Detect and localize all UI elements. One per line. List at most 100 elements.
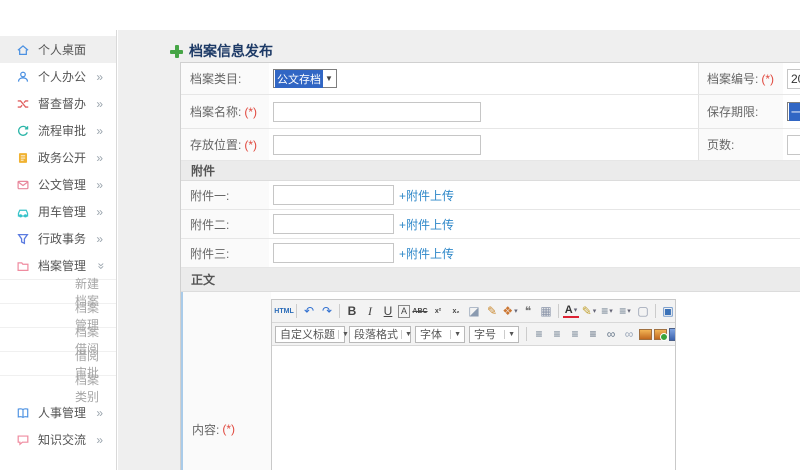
- editor-dropdowns: 自定义标题 ▼ 段落格式 ▼ 字体 ▼ 字号 ▼: [275, 325, 523, 343]
- sidebar-item[interactable]: 个人桌面: [0, 36, 116, 63]
- redo-icon[interactable]: ↷: [319, 303, 335, 319]
- separator[interactable]: [339, 304, 340, 318]
- sidebar-item-label: 督查督办: [38, 97, 87, 111]
- chevron-icon: »: [96, 231, 103, 246]
- location-input[interactable]: [273, 134, 481, 155]
- number-input[interactable]: [787, 68, 800, 89]
- attachment-label: 附件三:: [190, 246, 230, 261]
- approval-cycle-icon: [15, 123, 31, 139]
- fullscreen-icon[interactable]: ▣: [660, 303, 675, 319]
- sidebar-item[interactable]: 档案类别: [0, 373, 116, 404]
- hamburger-menu-icon[interactable]: [198, 9, 214, 21]
- form-row-category-number: 档案类目: 公文存档 ▼ 档案编号: (*): [181, 63, 800, 95]
- editor-dropdown[interactable]: 字号 ▼: [469, 325, 519, 343]
- new-page-icon[interactable]: ▢: [635, 303, 651, 319]
- editor-content-area[interactable]: [272, 346, 675, 470]
- format-brush-icon[interactable]: ✎: [484, 303, 500, 319]
- chevron-icon: »: [96, 204, 103, 219]
- location-label: 存放位置:: [190, 138, 242, 152]
- image-icon[interactable]: [639, 328, 652, 340]
- sidebar-item-label: 档案管理: [38, 259, 87, 273]
- category-label: 档案类目:: [190, 72, 242, 86]
- form-row-name-keep: 档案名称: (*) 保存期限: 一年 ▼: [181, 95, 800, 129]
- chevron-icon: »: [96, 123, 103, 138]
- attachment-label: 附件二:: [190, 217, 230, 232]
- required-mark: (*): [244, 104, 258, 119]
- separator[interactable]: [558, 304, 559, 318]
- editor-toolbar-row2: 自定义标题 ▼ 段落格式 ▼ 字体 ▼ 字号 ▼ ≡ ≡ ≡ ≡ ∞ ∞: [272, 323, 675, 346]
- separator[interactable]: [296, 304, 297, 318]
- ordered-list-icon[interactable]: ≡: [599, 303, 615, 319]
- form-row-location-pages: 存放位置: (*) 页数:: [181, 129, 800, 161]
- top-bar: PHPOA协同办公软件政务版: [0, 0, 800, 30]
- content-label: 内容:: [192, 422, 220, 437]
- sidebar-item[interactable]: 督查督办 »: [0, 90, 116, 117]
- vehicle-icon: [15, 204, 31, 220]
- attachment-row: 附件一: +附件上传: [181, 181, 800, 210]
- subscript-icon[interactable]: x₂: [448, 303, 464, 319]
- superscript-icon[interactable]: x²: [430, 303, 446, 319]
- sidebar-item[interactable]: 用车管理 »: [0, 198, 116, 225]
- separator[interactable]: [526, 327, 527, 341]
- source-code-icon[interactable]: HTML: [274, 303, 293, 319]
- archive-form: 档案类目: 公文存档 ▼ 档案编号: (*) 档案名称: (*): [180, 62, 800, 470]
- sidebar: 个人桌面 个人办公 » 督查督办 » 流程审批 » 政务公开 » 公文管理 » …: [0, 30, 117, 470]
- sidebar-item-label: 政务公开: [38, 151, 87, 165]
- editor-dropdown[interactable]: 段落格式 ▼: [349, 325, 413, 343]
- editor-dropdown[interactable]: 字体 ▼: [415, 325, 465, 343]
- attachment-input[interactable]: [273, 185, 394, 205]
- quick-format-icon[interactable]: ❖: [502, 303, 518, 319]
- attachment-rows: 附件一: +附件上传 附件二: +附件上传 附件三: +附件上传: [181, 181, 800, 268]
- underline-icon[interactable]: U: [380, 303, 396, 319]
- sidebar-item[interactable]: 流程审批 »: [0, 117, 116, 144]
- name-input[interactable]: [273, 101, 481, 122]
- chevron-icon: »: [96, 432, 103, 447]
- align-right-icon[interactable]: ≡: [567, 326, 583, 342]
- sidebar-item-label: 档案类别: [75, 372, 100, 404]
- align-left-icon[interactable]: ≡: [531, 326, 547, 342]
- number-label: 档案编号:: [707, 72, 759, 86]
- sidebar-item[interactable]: 政务公开 »: [0, 144, 116, 171]
- sidebar-item[interactable]: 公文管理 »: [0, 171, 116, 198]
- add-plus-icon: [170, 44, 183, 58]
- sidebar-item[interactable]: 知识交流 »: [0, 426, 116, 453]
- font-color-icon[interactable]: A: [563, 304, 579, 318]
- app-title: PHPOA协同办公软件政务版: [8, 8, 179, 24]
- mail-document-icon: [15, 177, 31, 193]
- eraser-icon[interactable]: ◪: [466, 303, 482, 319]
- pages-input[interactable]: [787, 134, 800, 155]
- strikethrough-icon[interactable]: ABC: [412, 303, 428, 319]
- attachment-upload-link[interactable]: +附件上传: [399, 216, 454, 233]
- highlight-color-icon[interactable]: ✎: [581, 303, 597, 319]
- attachment-input[interactable]: [273, 214, 394, 234]
- sidebar-item[interactable]: 行政事务 »: [0, 225, 116, 252]
- unordered-list-icon[interactable]: ≡: [617, 303, 633, 319]
- italic-icon[interactable]: I: [362, 303, 378, 319]
- dropdown-arrow-icon: ▼: [450, 329, 462, 339]
- attachment-input[interactable]: [273, 243, 394, 263]
- home-icon: [15, 42, 31, 58]
- link-icon[interactable]: ∞: [603, 326, 619, 342]
- category-select[interactable]: 公文存档 ▼: [273, 69, 337, 88]
- funnel-icon: [15, 231, 31, 247]
- align-justify-icon[interactable]: ≡: [585, 326, 601, 342]
- user-icon: [15, 69, 31, 85]
- align-center-icon[interactable]: ≡: [549, 326, 565, 342]
- select-arrow-icon: ▼: [325, 74, 333, 83]
- attachment-upload-link[interactable]: +附件上传: [399, 187, 454, 204]
- sidebar-item[interactable]: 个人办公 »: [0, 63, 116, 90]
- dropdown-arrow-icon: ▼: [401, 329, 413, 339]
- blockquote-icon[interactable]: ❝: [520, 303, 536, 319]
- attachment-upload-link[interactable]: +附件上传: [399, 245, 454, 262]
- separator[interactable]: [655, 304, 656, 318]
- char-border-icon[interactable]: A: [398, 304, 410, 318]
- sidebar-item-label: 人事管理: [38, 406, 87, 420]
- media-icon[interactable]: [669, 327, 675, 341]
- editor-dropdown[interactable]: 自定义标题 ▼: [275, 325, 349, 343]
- template-icon[interactable]: ▦: [538, 303, 554, 319]
- undo-icon[interactable]: ↶: [301, 303, 317, 319]
- bold-icon[interactable]: B: [344, 303, 360, 319]
- unlink-icon[interactable]: ∞: [621, 326, 637, 342]
- keep-select[interactable]: 一年 ▼: [787, 102, 800, 121]
- upload-image-icon[interactable]: [654, 328, 668, 341]
